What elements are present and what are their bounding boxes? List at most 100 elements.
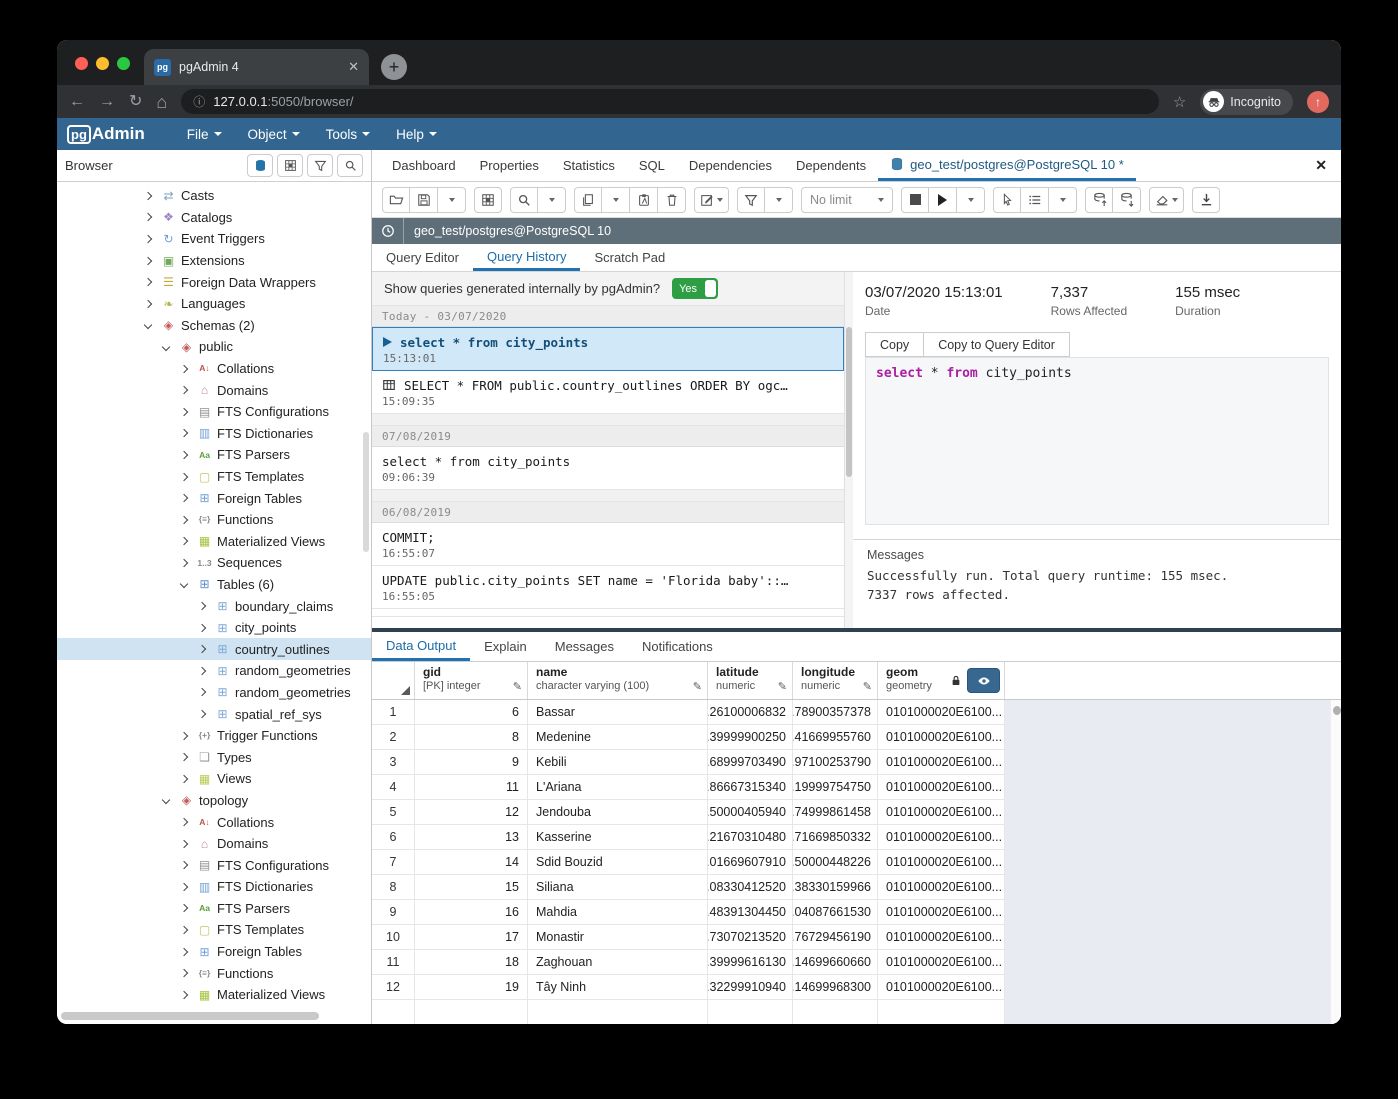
qtab-query-history[interactable]: Query History xyxy=(473,244,580,271)
cell-geom[interactable]: 0101000020E6100... xyxy=(878,725,1005,749)
cell-longitude[interactable]: 8.71669850332 xyxy=(793,825,878,849)
cell-longitude[interactable]: 11.04087661530 xyxy=(793,900,878,924)
history-entry[interactable]: COMMIT;16:55:07 xyxy=(372,523,844,566)
internal-queries-toggle[interactable]: Yes xyxy=(672,278,718,299)
grid-button[interactable] xyxy=(277,154,303,177)
tree-item-city-points[interactable]: ⊞city_points xyxy=(57,617,371,639)
tree-item-domains[interactable]: ⌂Domains xyxy=(57,833,371,855)
cell-longitude[interactable]: 106.14699968300 xyxy=(793,975,878,999)
tree-item-topology[interactable]: ◈topology xyxy=(57,790,371,812)
tree-item-event-triggers[interactable]: ↻Event Triggers xyxy=(57,228,371,250)
cell-name[interactable]: Siliana xyxy=(528,875,708,899)
cell-longitude[interactable]: 8.97100253790 xyxy=(793,750,878,774)
tree-item-country-outlines[interactable]: ⊞country_outlines xyxy=(57,638,371,660)
tree-item-foreign-tables[interactable]: ⊞Foreign Tables xyxy=(57,487,371,509)
tree-item-casts[interactable]: ⇄Casts xyxy=(57,185,371,207)
copy-to-editor-button[interactable]: Copy to Query Editor xyxy=(924,332,1070,357)
tree-item-fts-parsers[interactable]: AaFTS Parsers xyxy=(57,898,371,920)
back-icon[interactable]: ← xyxy=(69,94,85,110)
cell-name[interactable]: Medenine xyxy=(528,725,708,749)
tree-item-fts-templates[interactable]: ▢FTS Templates xyxy=(57,466,371,488)
expand-icon[interactable] xyxy=(144,256,152,264)
row-number[interactable]: 4 xyxy=(372,775,415,799)
expand-icon[interactable] xyxy=(144,278,152,286)
tree-item-fts-parsers[interactable]: AaFTS Parsers xyxy=(57,444,371,466)
menu-tools[interactable]: Tools xyxy=(326,127,371,142)
expand-icon[interactable] xyxy=(180,861,188,869)
expand-icon[interactable] xyxy=(198,645,206,653)
address-input[interactable]: ⓘ 127.0.0.1:5050/browser/ xyxy=(181,89,1159,114)
output-tab-data-output[interactable]: Data Output xyxy=(372,632,470,661)
collapse-icon[interactable] xyxy=(162,343,170,351)
expand-icon[interactable] xyxy=(180,775,188,783)
bookmark-star-icon[interactable]: ☆ xyxy=(1173,93,1186,111)
cell-geom[interactable]: 0101000020E6100... xyxy=(878,900,1005,924)
cell-name[interactable]: Bassar xyxy=(528,700,708,724)
cell-geom[interactable]: 0101000020E6100... xyxy=(878,825,1005,849)
expand-icon[interactable] xyxy=(180,472,188,480)
cell-longitude[interactable]: 0.78900357378 xyxy=(793,700,878,724)
cell-latitude[interactable]: 36.39999616130 xyxy=(708,950,793,974)
cell-longitude[interactable]: 9.50000448226 xyxy=(793,850,878,874)
edit-button[interactable] xyxy=(694,187,729,213)
expand-icon[interactable] xyxy=(180,947,188,955)
home-icon[interactable]: ⌂ xyxy=(156,93,167,111)
cell-latitude[interactable]: 33.39999900250 xyxy=(708,725,793,749)
expand-icon[interactable] xyxy=(180,991,188,999)
close-tab-icon[interactable]: ✕ xyxy=(1301,150,1341,181)
grid-vscrollbar[interactable] xyxy=(1330,700,1341,1024)
row-number[interactable]: 3 xyxy=(372,750,415,774)
history-entry[interactable]: select * from city_points xyxy=(372,609,844,617)
history-entry[interactable]: select * from city_points15:13:01 xyxy=(372,327,844,371)
cell-geom[interactable]: 0101000020E6100... xyxy=(878,875,1005,899)
cell-gid[interactable]: 13 xyxy=(415,825,528,849)
row-number[interactable]: 11 xyxy=(372,950,415,974)
expand-icon[interactable] xyxy=(180,494,188,502)
row-number[interactable]: 2 xyxy=(372,725,415,749)
cell-longitude[interactable]: 10.41669955760 xyxy=(793,725,878,749)
row-number[interactable]: 6 xyxy=(372,825,415,849)
cell-gid[interactable]: 19 xyxy=(415,975,528,999)
tree-item-fts-configurations[interactable]: ▤FTS Configurations xyxy=(57,401,371,423)
collapse-icon[interactable] xyxy=(162,796,170,804)
row-number[interactable]: 9 xyxy=(372,900,415,924)
tree-item-fts-dictionaries[interactable]: ▥FTS Dictionaries xyxy=(57,423,371,445)
open-file-button[interactable] xyxy=(382,187,410,213)
cell-name[interactable]: Tây Ninh xyxy=(528,975,708,999)
tree-item-sequences[interactable]: 1..3Sequences xyxy=(57,552,371,574)
expand-icon[interactable] xyxy=(180,883,188,891)
cell-latitude[interactable]: 36.08330412520 xyxy=(708,875,793,899)
filter-toolbar-button[interactable] xyxy=(737,187,765,213)
collapse-icon[interactable] xyxy=(144,321,152,329)
filter-dropdown-button[interactable] xyxy=(765,187,793,213)
commit-button[interactable] xyxy=(1085,187,1113,213)
history-entry[interactable]: select * from city_points09:06:39 xyxy=(372,447,844,490)
tab-dashboard[interactable]: Dashboard xyxy=(380,150,468,181)
cell-gid[interactable]: 17 xyxy=(415,925,528,949)
tree-item-random-geometries[interactable]: ⊞random_geometries xyxy=(57,660,371,682)
cell-gid[interactable]: 14 xyxy=(415,850,528,874)
cell-name[interactable]: Jendouba xyxy=(528,800,708,824)
tab-close-icon[interactable]: ✕ xyxy=(348,59,359,75)
expand-icon[interactable] xyxy=(180,969,188,977)
column-header-longitude[interactable]: longitudenumeric✎ xyxy=(793,662,878,699)
menu-file[interactable]: File xyxy=(187,127,222,142)
minimize-window-button[interactable] xyxy=(96,57,109,70)
browser-tab[interactable]: pg pgAdmin 4 ✕ xyxy=(144,49,369,85)
tree-item-functions[interactable]: {≡}Functions xyxy=(57,962,371,984)
save-dropdown-button[interactable] xyxy=(438,187,466,213)
cell-latitude[interactable]: 35.73070213520 xyxy=(708,925,793,949)
cell-longitude[interactable]: 10.19999754750 xyxy=(793,775,878,799)
tree-item-types[interactable]: ❏Types xyxy=(57,746,371,768)
expand-icon[interactable] xyxy=(180,429,188,437)
cell-longitude[interactable]: 9.38330159966 xyxy=(793,875,878,899)
site-info-icon[interactable]: ⓘ xyxy=(193,93,205,110)
row-number[interactable]: 1 xyxy=(372,700,415,724)
row-number[interactable]: 12 xyxy=(372,975,415,999)
tree-item-catalogs[interactable]: ❖Catalogs xyxy=(57,207,371,229)
tree-item-functions[interactable]: {≡}Functions xyxy=(57,509,371,531)
download-button[interactable] xyxy=(1192,187,1220,213)
search-button[interactable] xyxy=(337,154,363,177)
tab-dependencies[interactable]: Dependencies xyxy=(677,150,784,181)
tree-item-fts-templates[interactable]: ▢FTS Templates xyxy=(57,919,371,941)
